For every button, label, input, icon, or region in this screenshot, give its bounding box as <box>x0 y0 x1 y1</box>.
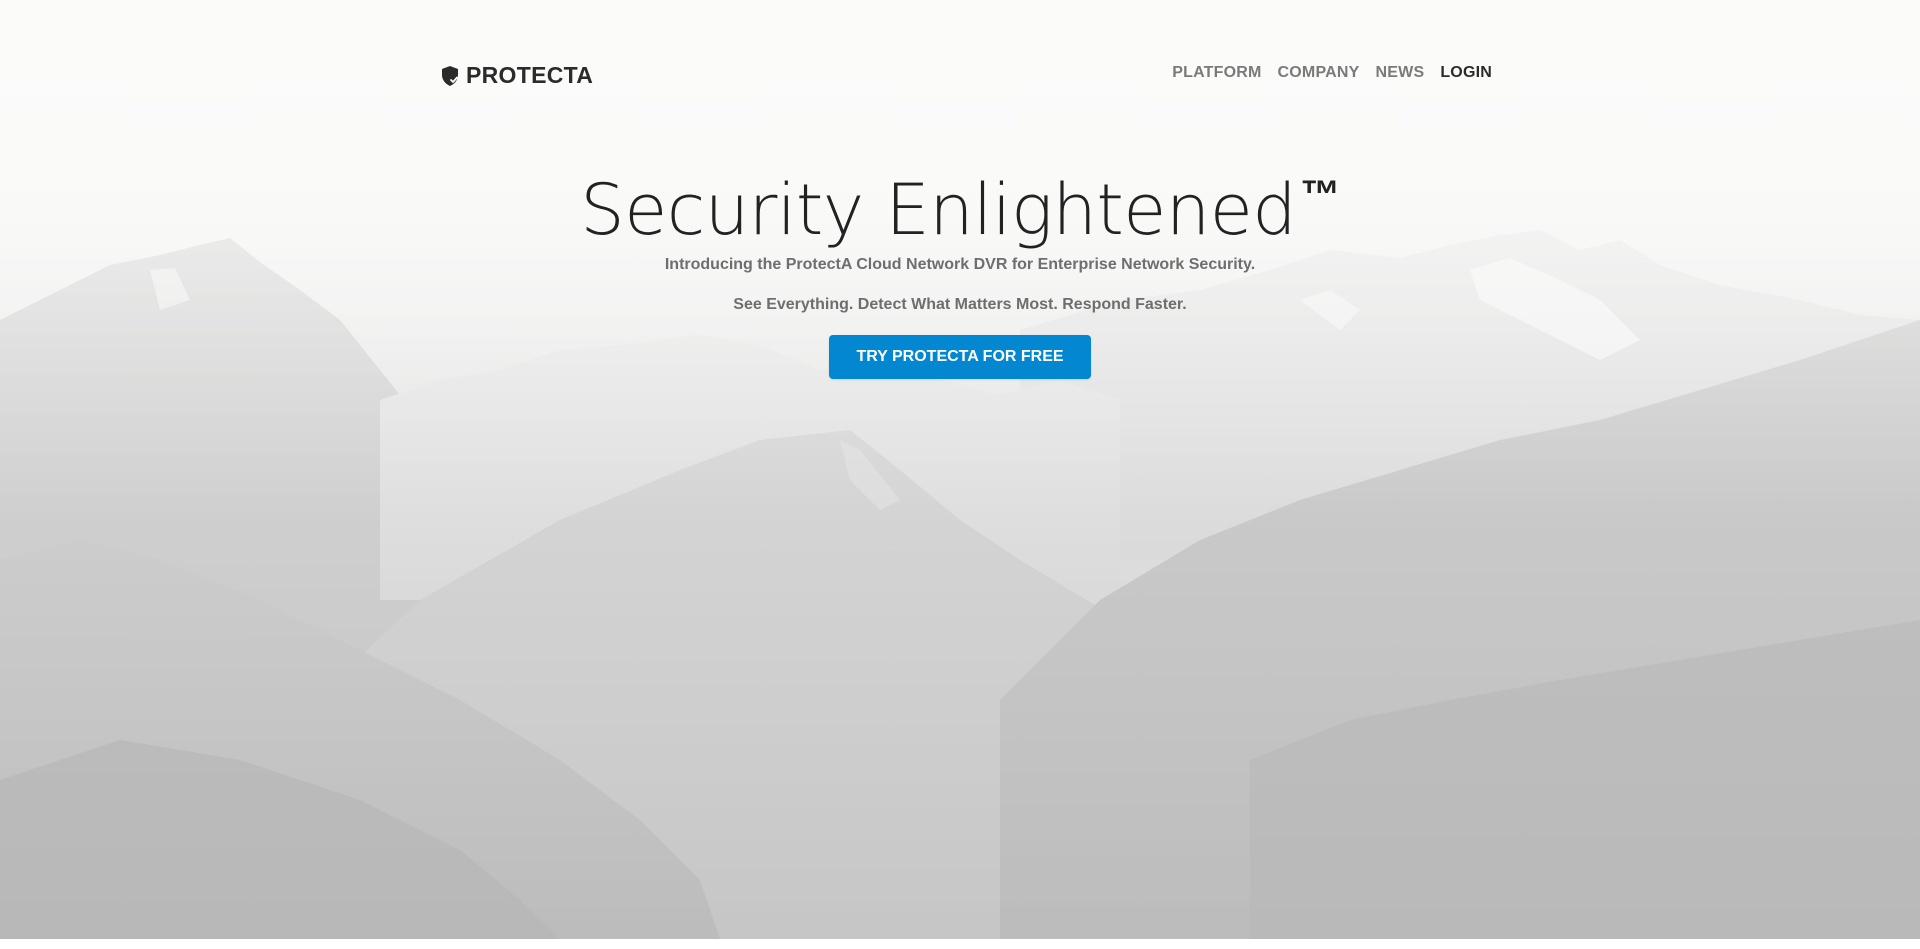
page-bottom-strip <box>0 939 1920 949</box>
mountain-background-image <box>0 0 1920 939</box>
headline-text: Security Enlightened <box>580 169 1297 251</box>
nav-item-login[interactable]: LOGIN <box>1440 64 1492 82</box>
try-free-button[interactable]: TRY PROTECTA FOR FREE <box>829 335 1091 379</box>
nav-item-platform[interactable]: PLATFORM <box>1172 64 1261 82</box>
hero-section <box>0 0 1920 939</box>
nav-menu: PLATFORM COMPANY NEWS LOGIN <box>1156 64 1492 82</box>
shield-check-icon <box>440 65 460 87</box>
brand-logo[interactable]: PROTECTA <box>440 62 593 89</box>
nav-item-company[interactable]: COMPANY <box>1278 64 1360 82</box>
nav-item-news[interactable]: NEWS <box>1376 64 1425 82</box>
trademark-symbol: ™ <box>1300 173 1340 217</box>
hero-subtagline: See Everything. Detect What Matters Most… <box>733 296 1187 313</box>
hero-tagline: Introducing the ProtectA Cloud Network D… <box>664 256 1256 273</box>
hero-headline: Security Enlightened ™ <box>0 150 1920 255</box>
top-navigation: PROTECTA PLATFORM COMPANY NEWS LOGIN <box>440 54 1492 94</box>
brand-name: PROTECTA <box>466 62 594 88</box>
